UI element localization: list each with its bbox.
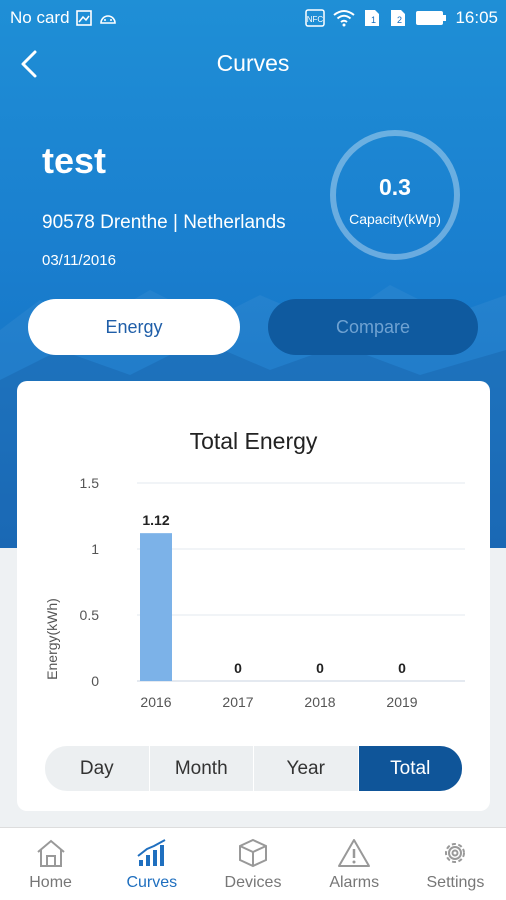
nav-label-devices: Devices bbox=[224, 874, 282, 891]
capacity-value: 0.3 bbox=[379, 174, 411, 200]
image-icon bbox=[75, 10, 92, 26]
x-tick-label: 2018 bbox=[304, 694, 335, 710]
y-tick-label: 0 bbox=[91, 673, 99, 689]
bar-value-label: 0 bbox=[234, 660, 242, 676]
sim2-signal-icon: 2 bbox=[391, 10, 406, 26]
x-tick-label: 2017 bbox=[222, 694, 253, 710]
top-app-bar: Curves bbox=[0, 36, 506, 92]
capacity-gauge: 0.3 Capacity(kWp) bbox=[330, 130, 460, 260]
compare-tab-button[interactable]: Compare bbox=[268, 299, 478, 355]
home-icon bbox=[36, 839, 65, 867]
wifi-icon bbox=[333, 10, 356, 27]
nav-label-alarms: Alarms bbox=[329, 874, 380, 891]
bar-value-label: 0 bbox=[398, 660, 406, 676]
svg-text:2: 2 bbox=[397, 15, 402, 25]
y-tick-label: 1.5 bbox=[80, 475, 100, 491]
carrier-label: No card bbox=[10, 8, 70, 27]
chart-card: Total Energy Energy(kWh) 0 0.5 1 1.5 1.12 201… bbox=[17, 381, 490, 811]
bar-value-label: 1.12 bbox=[142, 512, 169, 528]
period-tab-month[interactable]: Month bbox=[150, 746, 254, 791]
nav-label-home: Home bbox=[29, 874, 72, 891]
energy-tab-button[interactable]: Energy bbox=[28, 299, 240, 355]
bar-value-label: 0 bbox=[316, 660, 324, 676]
period-tab-total[interactable]: Total bbox=[358, 746, 462, 791]
nav-label-curves: Curves bbox=[126, 874, 178, 891]
nav-item-alarms[interactable]: Alarms bbox=[304, 828, 405, 900]
nav-label-settings: Settings bbox=[426, 874, 485, 891]
x-tick-label: 2019 bbox=[386, 694, 417, 710]
devices-icon bbox=[239, 838, 267, 868]
bar-chart: 0 0.5 1 1.5 1.12 2016 0 2017 0 2018 0 2019 bbox=[80, 475, 465, 710]
bar bbox=[140, 533, 172, 681]
sim1-signal-icon: 1 bbox=[365, 10, 380, 26]
bottom-navigation: Home Curves Devices Alarms Settings bbox=[0, 827, 506, 900]
android-icon bbox=[99, 15, 116, 24]
nfc-icon: NFC bbox=[305, 9, 326, 27]
nav-item-settings[interactable]: Settings bbox=[405, 828, 506, 900]
battery-icon bbox=[416, 11, 447, 25]
period-tab-year[interactable]: Year bbox=[254, 746, 359, 791]
plant-name: test bbox=[42, 140, 107, 181]
nav-item-curves[interactable]: Curves bbox=[101, 828, 202, 900]
y-tick-label: 1 bbox=[91, 541, 99, 557]
capacity-label: Capacity(kWp) bbox=[349, 211, 441, 227]
svg-text:NFC: NFC bbox=[307, 15, 324, 24]
plant-location: 90578 Drenthe | Netherlands bbox=[42, 212, 286, 233]
clock: 16:05 bbox=[455, 8, 498, 27]
nav-item-devices[interactable]: Devices bbox=[202, 828, 303, 900]
plant-date: 03/11/2016 bbox=[42, 252, 116, 269]
nav-item-home[interactable]: Home bbox=[0, 828, 101, 900]
curves-icon bbox=[137, 839, 166, 866]
period-tab-day[interactable]: Day bbox=[45, 746, 150, 791]
svg-text:1: 1 bbox=[371, 15, 376, 25]
x-tick-label: 2016 bbox=[140, 694, 171, 710]
period-selector: Day Month Year Total bbox=[45, 746, 462, 791]
status-bar: No card NFC 1 2 16:05 bbox=[0, 0, 506, 36]
page-title: Curves bbox=[216, 50, 290, 76]
alarm-icon bbox=[338, 839, 371, 867]
y-tick-label: 0.5 bbox=[80, 607, 100, 623]
settings-icon bbox=[445, 843, 466, 863]
